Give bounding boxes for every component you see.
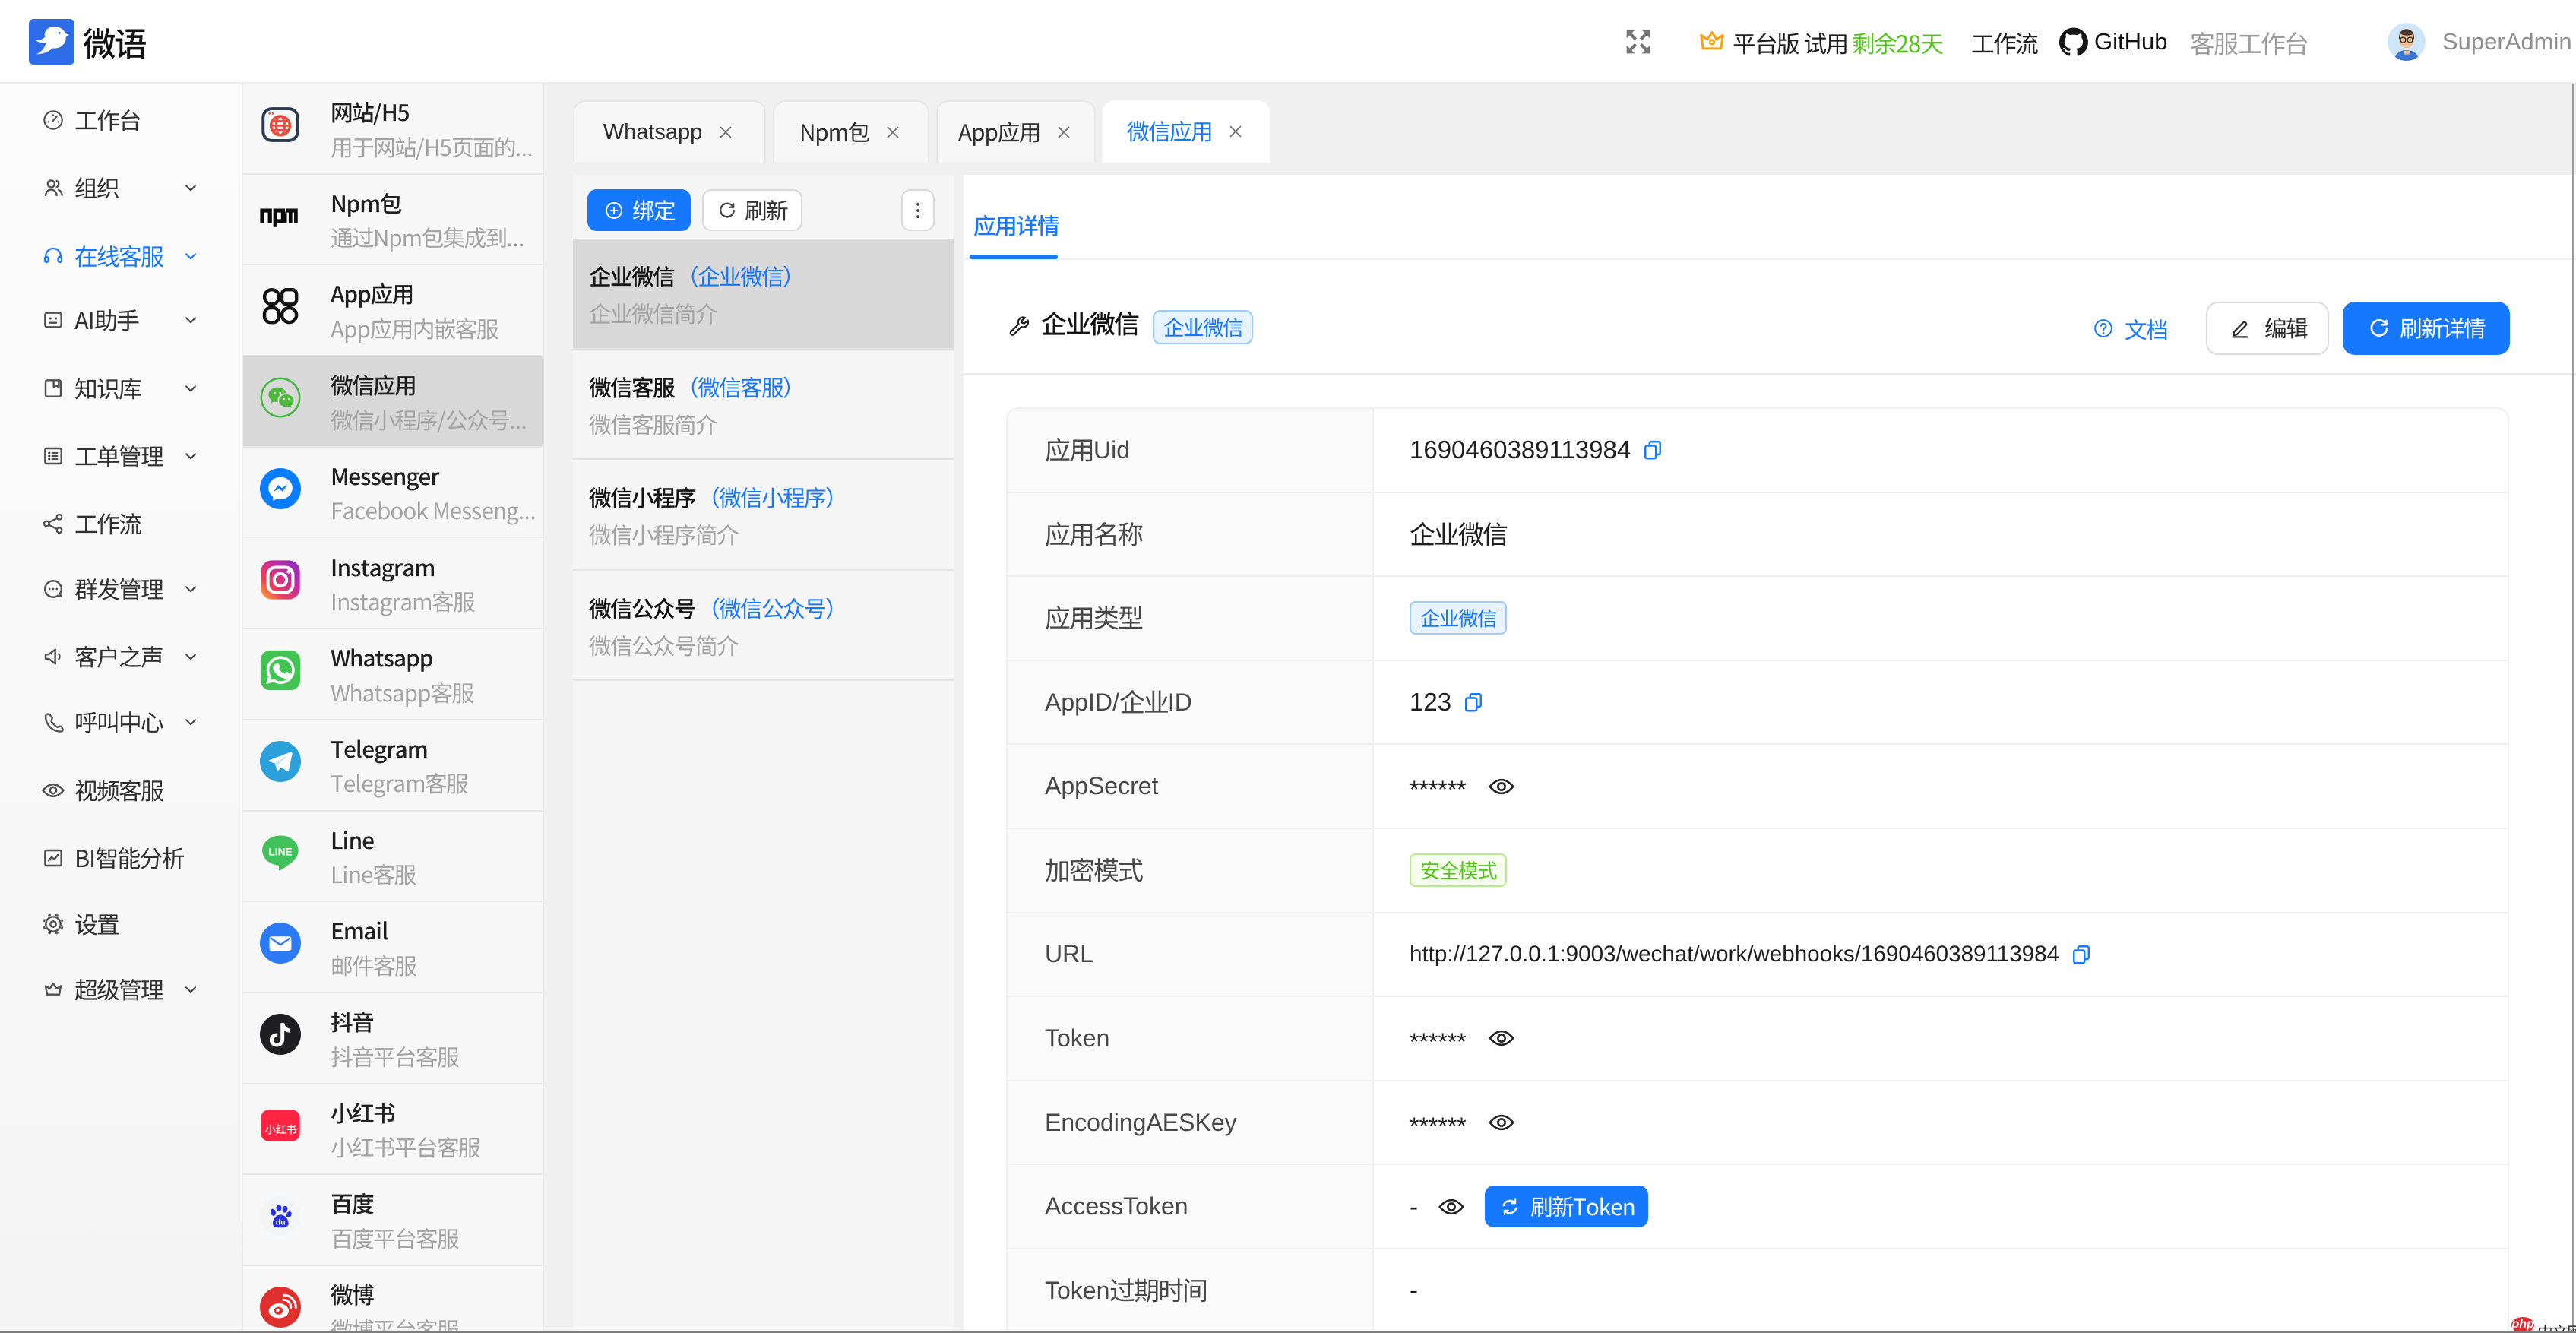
- svg-text:du: du: [276, 1219, 286, 1227]
- svg-text:LINE: LINE: [268, 846, 292, 857]
